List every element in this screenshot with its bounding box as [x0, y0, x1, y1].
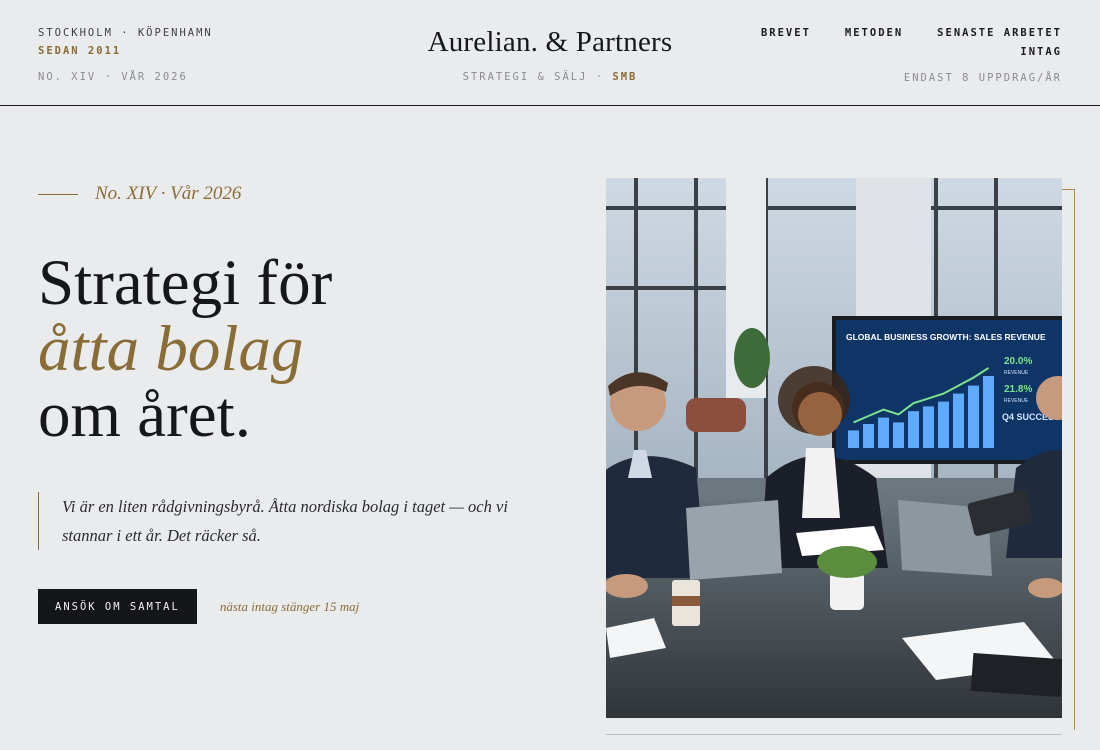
brand[interactable]: Aurelian. & Partners STRATEGI & SÄLJ · S… — [380, 26, 720, 83]
headline-line-1: Strategi för — [38, 247, 333, 319]
tagline-accent: SMB — [612, 71, 638, 83]
screen-stat-1: 20.0% — [1004, 356, 1032, 367]
screen-bar — [893, 422, 904, 448]
laptop-left — [686, 500, 782, 580]
hero-eyebrow: No. XIV · Vår 2026 — [38, 183, 241, 205]
nav-brevet[interactable]: BREVET — [761, 27, 811, 39]
brand-logo[interactable]: Aurelian. & Partners — [380, 26, 720, 59]
plant — [734, 328, 770, 388]
nav-metoden[interactable]: METODEN — [845, 27, 903, 39]
main-nav: BREVET METODEN SENASTE ARBETET INTAG END… — [761, 27, 1062, 84]
apply-call-button[interactable]: ANSÖK OM SAMTAL — [38, 589, 197, 624]
office-cities: STOCKHOLM · KÖPENHAMN — [38, 27, 213, 39]
hero-photo: GLOBAL BUSINESS GROWTH: SALES REVENUE 20… — [606, 178, 1062, 718]
issue-label: NO. XIV · VÅR 2026 — [38, 71, 188, 83]
screen-stat-2: 21.8% — [1004, 384, 1032, 395]
capacity-note: ENDAST 8 UPPDRAG/ÅR — [903, 72, 1062, 84]
screen-stat-2-label: REVENUE — [1004, 398, 1029, 404]
tagline-prefix: STRATEGI & SÄLJ · — [462, 71, 613, 83]
eyebrow-rule — [38, 193, 78, 195]
nav-intag[interactable]: INTAG — [761, 46, 1062, 58]
screen-bar — [848, 430, 859, 448]
topbar-meta: STOCKHOLM · KÖPENHAMN SEDAN 2011 NO. XIV… — [38, 27, 213, 83]
headline-line-2: åtta bolag — [38, 313, 304, 385]
screen-bar — [953, 393, 964, 448]
hero-lede: Vi är en liten rådgivningsbyrå. Åtta nor… — [38, 492, 518, 550]
screen-bar — [878, 417, 889, 448]
screen-stat-1-label: REVENUE — [1004, 370, 1029, 376]
screen-bar — [863, 424, 874, 448]
notebook — [970, 652, 1062, 698]
headline-line-3: om året. — [38, 379, 251, 451]
screen-bar — [983, 376, 994, 448]
hero-headline: Strategi för åtta bolag om året. — [38, 250, 332, 448]
top-bar: STOCKHOLM · KÖPENHAMN SEDAN 2011 NO. XIV… — [0, 0, 1100, 106]
screen-title: GLOBAL BUSINESS GROWTH: SALES REVENUE — [846, 332, 1046, 342]
meeting-photo-illustration: GLOBAL BUSINESS GROWTH: SALES REVENUE 20… — [606, 178, 1062, 718]
hero-cta: ANSÖK OM SAMTAL nästa intag stänger 15 m… — [38, 589, 359, 624]
screen-bar — [938, 401, 949, 448]
screen-bar — [908, 411, 919, 448]
founded-year: SEDAN 2011 — [38, 45, 122, 57]
nav-senaste-arbetet[interactable]: SENASTE ARBETET — [937, 27, 1062, 39]
screen-bar — [968, 385, 979, 448]
lounge-chair — [686, 398, 746, 432]
intake-deadline-note: nästa intag stänger 15 maj — [219, 598, 360, 614]
eyebrow-text: No. XIV · Vår 2026 — [95, 183, 242, 204]
screen-bar — [923, 406, 934, 448]
brand-tagline: STRATEGI & SÄLJ · SMB — [380, 71, 720, 83]
photo-divider — [606, 734, 1062, 735]
